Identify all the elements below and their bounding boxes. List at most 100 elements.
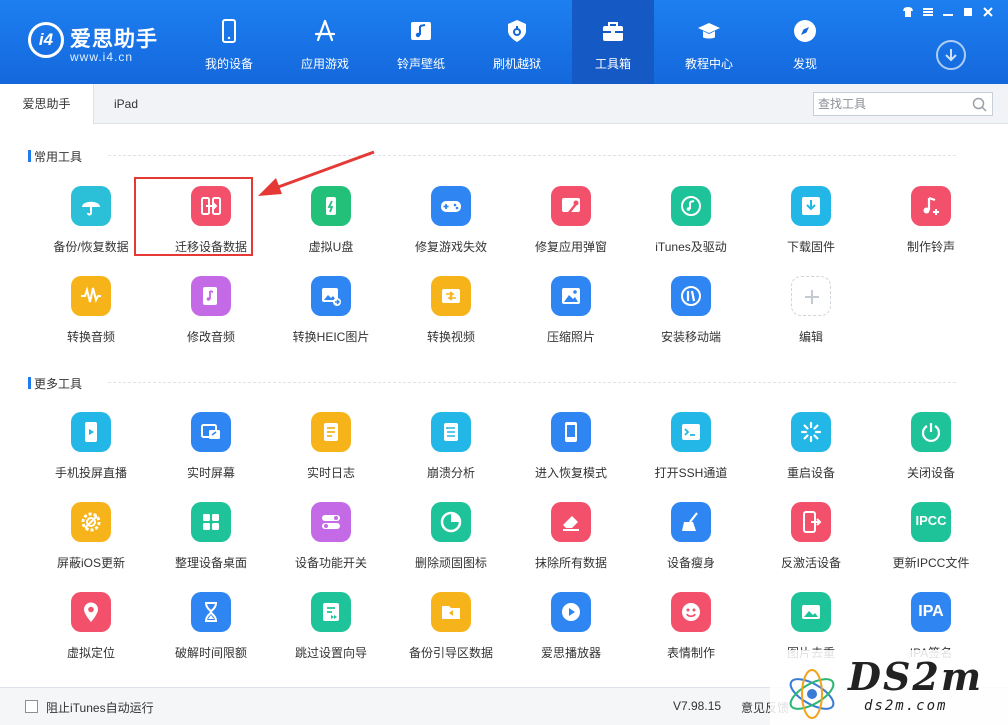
- tool-ipcc[interactable]: IPCC 更新IPCC文件: [876, 502, 986, 580]
- tool-waveform[interactable]: 转换音频: [36, 276, 146, 354]
- tool-download-box[interactable]: 下载固件: [756, 186, 866, 264]
- tool-label: 制作铃声: [906, 240, 955, 254]
- tool-i4-app[interactable]: 安装移动端: [636, 276, 746, 354]
- tool-crash-report[interactable]: 崩溃分析: [396, 412, 506, 490]
- tool-icon-text: IPCC: [915, 513, 947, 528]
- nav-apps-games[interactable]: 应用游戏: [284, 0, 366, 84]
- minimize-button[interactable]: [940, 5, 956, 19]
- tool-label: 更新IPCC文件: [892, 556, 970, 570]
- music-image-icon: [408, 18, 434, 44]
- image-dedupe-icon: [791, 592, 831, 632]
- tool-label: 转换HEIC图片: [292, 330, 370, 344]
- play-icon: [551, 592, 591, 632]
- screen-cast-icon: [71, 412, 111, 452]
- tool-recovery[interactable]: 进入恢复模式: [516, 412, 626, 490]
- tool-realtime-screen[interactable]: 实时屏幕: [156, 412, 266, 490]
- title-bar: i4 爱思助手 www.i4.cn 我的设备 应用游戏 铃声壁纸 刷机越狱 工具…: [0, 0, 1008, 84]
- tool-label: 虚拟定位: [66, 646, 115, 660]
- photo-icon: [551, 276, 591, 316]
- nav-tutorials[interactable]: 教程中心: [668, 0, 750, 84]
- search-input[interactable]: [818, 95, 966, 113]
- tool-audio-edit[interactable]: 修改音频: [156, 276, 266, 354]
- log-icon: [311, 412, 351, 452]
- tool-gear-block[interactable]: 屏蔽iOS更新: [36, 502, 146, 580]
- section-title-common: 常用工具: [27, 150, 83, 164]
- tool-broom[interactable]: 设备瘦身: [636, 502, 746, 580]
- tool-label: 反激活设备: [780, 556, 841, 570]
- section-divider: [108, 155, 956, 156]
- skin-button[interactable]: [900, 5, 916, 19]
- tool-label: 删除顽固图标: [414, 556, 487, 570]
- menu-button[interactable]: [920, 5, 936, 19]
- tool-screen-cast[interactable]: 手机投屏直播: [36, 412, 146, 490]
- search-icon[interactable]: [972, 97, 987, 112]
- app-logo: i4 爱思助手 www.i4.cn: [28, 18, 168, 68]
- tool-label: iTunes及驱动: [655, 240, 727, 254]
- tool-label: 关闭设备: [906, 466, 955, 480]
- tool-hourglass[interactable]: 破解时间限额: [156, 592, 266, 670]
- tool-label: 整理设备桌面: [174, 556, 247, 570]
- tool-plus[interactable]: 编辑: [756, 276, 866, 354]
- tool-toggle[interactable]: 设备功能开关: [276, 502, 386, 580]
- tool-umbrella[interactable]: 备份/恢复数据: [36, 186, 146, 264]
- phone-icon: [216, 18, 242, 44]
- watermark-title: DS2m: [848, 654, 984, 699]
- nav-toolbox[interactable]: 工具箱: [572, 0, 654, 84]
- tool-eraser[interactable]: 抹除所有数据: [516, 502, 626, 580]
- section-divider: [108, 382, 956, 383]
- watermark-logo-icon: [789, 669, 835, 719]
- pie-icon: [431, 502, 471, 542]
- nav-discover[interactable]: 发现: [764, 0, 846, 84]
- tool-gamepad[interactable]: 修复游戏失效: [396, 186, 506, 264]
- download-manager-button[interactable]: [936, 40, 966, 70]
- folder-backup-icon: [431, 592, 471, 632]
- nav-label: 刷机越狱: [492, 57, 541, 71]
- nav-label: 发现: [792, 57, 817, 71]
- gear-block-icon: [71, 502, 111, 542]
- tool-image-convert[interactable]: 转换HEIC图片: [276, 276, 386, 354]
- tool-power[interactable]: 关闭设备: [876, 412, 986, 490]
- tool-restart[interactable]: 重启设备: [756, 412, 866, 490]
- tool-pie[interactable]: 删除顽固图标: [396, 502, 506, 580]
- close-button[interactable]: [980, 5, 996, 19]
- video-convert-icon: [431, 276, 471, 316]
- download-arrow-icon: [945, 49, 957, 62]
- tool-label: 进入恢复模式: [534, 466, 607, 480]
- shield-icon: [504, 18, 530, 44]
- tool-label: 编辑: [798, 330, 823, 344]
- tool-terminal[interactable]: 打开SSH通道: [636, 412, 746, 490]
- tool-emoji[interactable]: 表情制作: [636, 592, 746, 670]
- tool-label: 屏蔽iOS更新: [56, 556, 125, 570]
- tool-grid[interactable]: 整理设备桌面: [156, 502, 266, 580]
- tool-folder-backup[interactable]: 备份引导区数据: [396, 592, 506, 670]
- tool-label: 设备功能开关: [294, 556, 367, 570]
- tool-label: 下载固件: [786, 240, 835, 254]
- itunes-autorun-checkbox[interactable]: [25, 700, 38, 713]
- tool-label: 虚拟U盘: [308, 240, 354, 254]
- tool-photo[interactable]: 压缩照片: [516, 276, 626, 354]
- nav-ringtones-wallpapers[interactable]: 铃声壁纸: [380, 0, 462, 84]
- tool-music-note-add[interactable]: 制作铃声: [876, 186, 986, 264]
- tool-skip-guide[interactable]: 跳过设置向导: [276, 592, 386, 670]
- tab-ipad[interactable]: iPad: [94, 84, 158, 124]
- terminal-icon: [671, 412, 711, 452]
- tool-log[interactable]: 实时日志: [276, 412, 386, 490]
- tool-location-pin[interactable]: 虚拟定位: [36, 592, 146, 670]
- i4-app-icon: [671, 276, 711, 316]
- tab-i4-assistant[interactable]: 爱思助手: [0, 84, 94, 125]
- tool-label: 修复应用弹窗: [534, 240, 607, 254]
- nav-my-device[interactable]: 我的设备: [188, 0, 270, 84]
- music-note-add-icon: [911, 186, 951, 226]
- tool-play[interactable]: 爱思播放器: [516, 592, 626, 670]
- tool-label: 转换视频: [426, 330, 475, 344]
- tool-deactivate[interactable]: 反激活设备: [756, 502, 866, 580]
- tool-wrench[interactable]: 修复应用弹窗: [516, 186, 626, 264]
- logo-url: www.i4.cn: [70, 50, 134, 64]
- tool-itunes[interactable]: iTunes及驱动: [636, 186, 746, 264]
- tool-video-convert[interactable]: 转换视频: [396, 276, 506, 354]
- maximize-button[interactable]: [960, 5, 976, 19]
- grid-icon: [191, 502, 231, 542]
- tool-label: 崩溃分析: [426, 466, 475, 480]
- tool-label: 跳过设置向导: [294, 646, 367, 660]
- nav-flash-jailbreak[interactable]: 刷机越狱: [476, 0, 558, 84]
